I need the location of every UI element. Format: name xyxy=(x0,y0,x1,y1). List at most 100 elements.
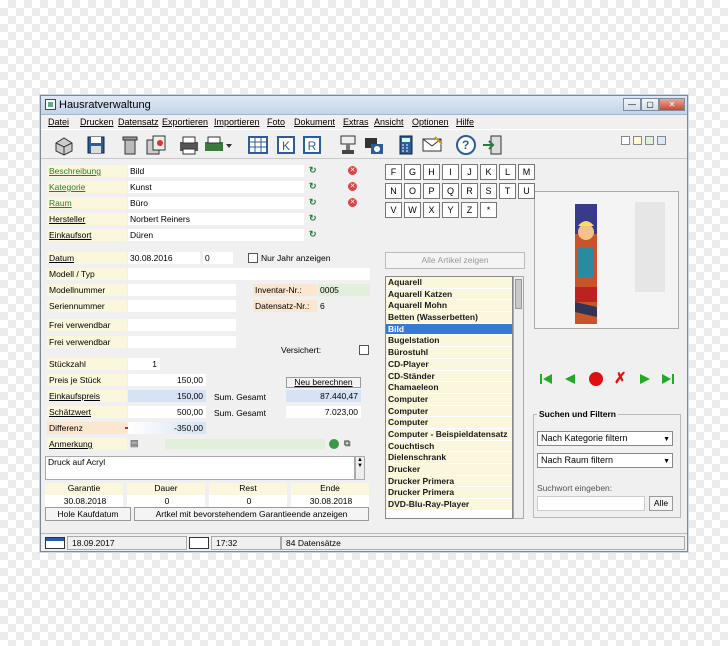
field-hersteller[interactable]: Norbert Reiners xyxy=(128,213,304,225)
list-item[interactable]: Computer xyxy=(386,417,512,429)
list-item[interactable]: Drucker Primera xyxy=(386,487,512,500)
list-item[interactable]: Bürostuhl xyxy=(386,347,512,359)
room-r-button[interactable]: R xyxy=(303,136,321,154)
key-q[interactable]: Q xyxy=(442,183,459,199)
minimize-button[interactable]: — xyxy=(623,98,641,111)
key-x[interactable]: X xyxy=(423,202,440,218)
menu-datei[interactable]: Datei xyxy=(48,117,69,127)
field-anmerkung[interactable] xyxy=(165,439,325,449)
list-item[interactable]: Drucker Primera xyxy=(386,475,512,488)
clear-kategorie-icon[interactable]: ✕ xyxy=(348,182,357,191)
copy-record-icon[interactable] xyxy=(145,134,167,156)
key-o[interactable]: O xyxy=(404,183,421,199)
key-j[interactable]: J xyxy=(461,164,478,180)
field-einkaufsort[interactable]: Düren xyxy=(128,229,304,241)
suchwort-input[interactable] xyxy=(537,496,645,511)
neu-berechnen-button[interactable]: Neu berechnen xyxy=(286,377,361,388)
alle-artikel-button[interactable]: Alle Artikel zeigen xyxy=(385,252,525,269)
refresh-beschreibung-icon[interactable]: ↻ xyxy=(309,165,317,176)
print-icon[interactable] xyxy=(178,134,200,156)
refresh-kategorie-icon[interactable]: ↻ xyxy=(309,181,317,192)
key-u[interactable]: U xyxy=(518,183,535,199)
key-s[interactable]: S xyxy=(480,183,497,199)
key-k[interactable]: K xyxy=(480,164,497,180)
camera-icon[interactable] xyxy=(363,134,385,156)
last-record-icon[interactable] xyxy=(661,372,675,386)
field-seriennummer[interactable] xyxy=(128,300,236,312)
key-r[interactable]: R xyxy=(461,183,478,199)
key-g[interactable]: G xyxy=(404,164,421,180)
field-schaetzwert[interactable]: 500,00 xyxy=(128,406,206,418)
clear-raum-icon[interactable]: ✕ xyxy=(348,198,357,207)
raum-filter-select[interactable]: Nach Raum filtern ▼ xyxy=(537,453,673,468)
view-mode-1-icon[interactable] xyxy=(621,136,630,145)
list-item[interactable]: Couchtisch xyxy=(386,440,512,453)
key-star[interactable]: * xyxy=(480,202,497,218)
category-k-button[interactable]: K xyxy=(277,136,295,154)
garantie-value[interactable]: 30.08.2018 xyxy=(45,495,123,507)
ende-value[interactable]: 30.08.2018 xyxy=(291,495,369,507)
copy-small-icon[interactable]: ⧉ xyxy=(344,438,350,449)
delete-icon[interactable] xyxy=(119,134,141,156)
notes-textarea[interactable]: Druck auf Acryl xyxy=(45,456,355,480)
field-modellnummer[interactable] xyxy=(128,284,236,296)
stop-icon[interactable] xyxy=(589,372,603,386)
notes-scrollbar[interactable]: ▲ ▼ xyxy=(355,456,365,480)
list-item[interactable]: Aquarell Katzen xyxy=(386,288,512,301)
mail-icon[interactable] xyxy=(421,134,443,156)
field-beschreibung[interactable]: Bild xyxy=(128,165,304,177)
menu-ansicht[interactable]: Ansicht xyxy=(374,117,404,127)
field-modell-typ[interactable] xyxy=(128,268,370,280)
key-m[interactable]: M xyxy=(518,164,535,180)
article-list-scrollbar[interactable] xyxy=(513,276,524,519)
key-t[interactable]: T xyxy=(499,183,516,199)
nur-jahr-checkbox[interactable] xyxy=(248,253,258,263)
menu-extras[interactable]: Extras xyxy=(343,117,369,127)
close-button[interactable]: ✕ xyxy=(659,98,685,111)
dauer-value[interactable]: 0 xyxy=(127,495,205,507)
stamp-icon[interactable] xyxy=(337,134,359,156)
maximize-button[interactable]: ▢ xyxy=(641,98,659,111)
menu-importieren[interactable]: Importieren xyxy=(214,117,260,127)
list-item[interactable]: Dielenschrank xyxy=(386,452,512,464)
table-icon[interactable] xyxy=(247,134,269,156)
field-frei1[interactable] xyxy=(128,319,236,331)
field-frei2[interactable] xyxy=(128,336,236,348)
list-item[interactable]: Drucker xyxy=(386,464,512,476)
field-datum[interactable]: 30.08.2016 xyxy=(128,252,200,264)
field-inventar[interactable]: 0005 xyxy=(318,284,370,296)
menu-drucken[interactable]: Drucken xyxy=(80,117,114,127)
list-item[interactable]: Aquarell Mohn xyxy=(386,300,512,313)
calculator-icon[interactable] xyxy=(395,134,417,156)
clear-beschreibung-icon[interactable]: ✕ xyxy=(348,166,357,175)
next-record-icon[interactable] xyxy=(638,372,652,386)
list-item[interactable]: DVD-Blu-Ray-Player xyxy=(386,499,512,511)
list-item[interactable]: Bugelstation xyxy=(386,335,512,348)
versichert-checkbox[interactable] xyxy=(359,345,369,355)
alle-button[interactable]: Alle xyxy=(649,496,673,511)
print-options-icon[interactable] xyxy=(203,134,232,156)
article-list[interactable]: Aquarell Aquarell Katzen Aquarell Mohn Bett… xyxy=(385,276,513,519)
key-p[interactable]: P xyxy=(423,183,440,199)
list-item[interactable]: Bild xyxy=(386,323,512,336)
menu-hilfe[interactable]: Hilfe xyxy=(456,117,474,127)
key-v[interactable]: V xyxy=(385,202,402,218)
previous-record-icon[interactable] xyxy=(563,372,577,386)
menu-foto[interactable]: Foto xyxy=(267,117,285,127)
help-icon[interactable]: ? xyxy=(455,134,477,156)
menu-dokument[interactable]: Dokument xyxy=(294,117,335,127)
globe-icon[interactable] xyxy=(329,439,339,449)
exit-icon[interactable] xyxy=(481,134,503,156)
hole-kaufdatum-button[interactable]: Hole Kaufdatum xyxy=(45,507,131,521)
save-icon[interactable] xyxy=(85,134,107,156)
open-box-icon[interactable] xyxy=(53,134,75,156)
key-i[interactable]: I xyxy=(442,164,459,180)
first-record-icon[interactable] xyxy=(539,372,553,386)
cancel-x-icon[interactable]: ✗ xyxy=(614,371,630,387)
key-n[interactable]: N xyxy=(385,183,402,199)
field-einkaufspreis[interactable]: 150,00 xyxy=(128,390,206,402)
list-item[interactable]: Chamaeleon xyxy=(386,382,512,394)
key-h[interactable]: H xyxy=(423,164,440,180)
list-item[interactable]: Computer - Beispieldatensatz xyxy=(386,428,512,441)
field-raum[interactable]: Büro xyxy=(128,197,304,209)
